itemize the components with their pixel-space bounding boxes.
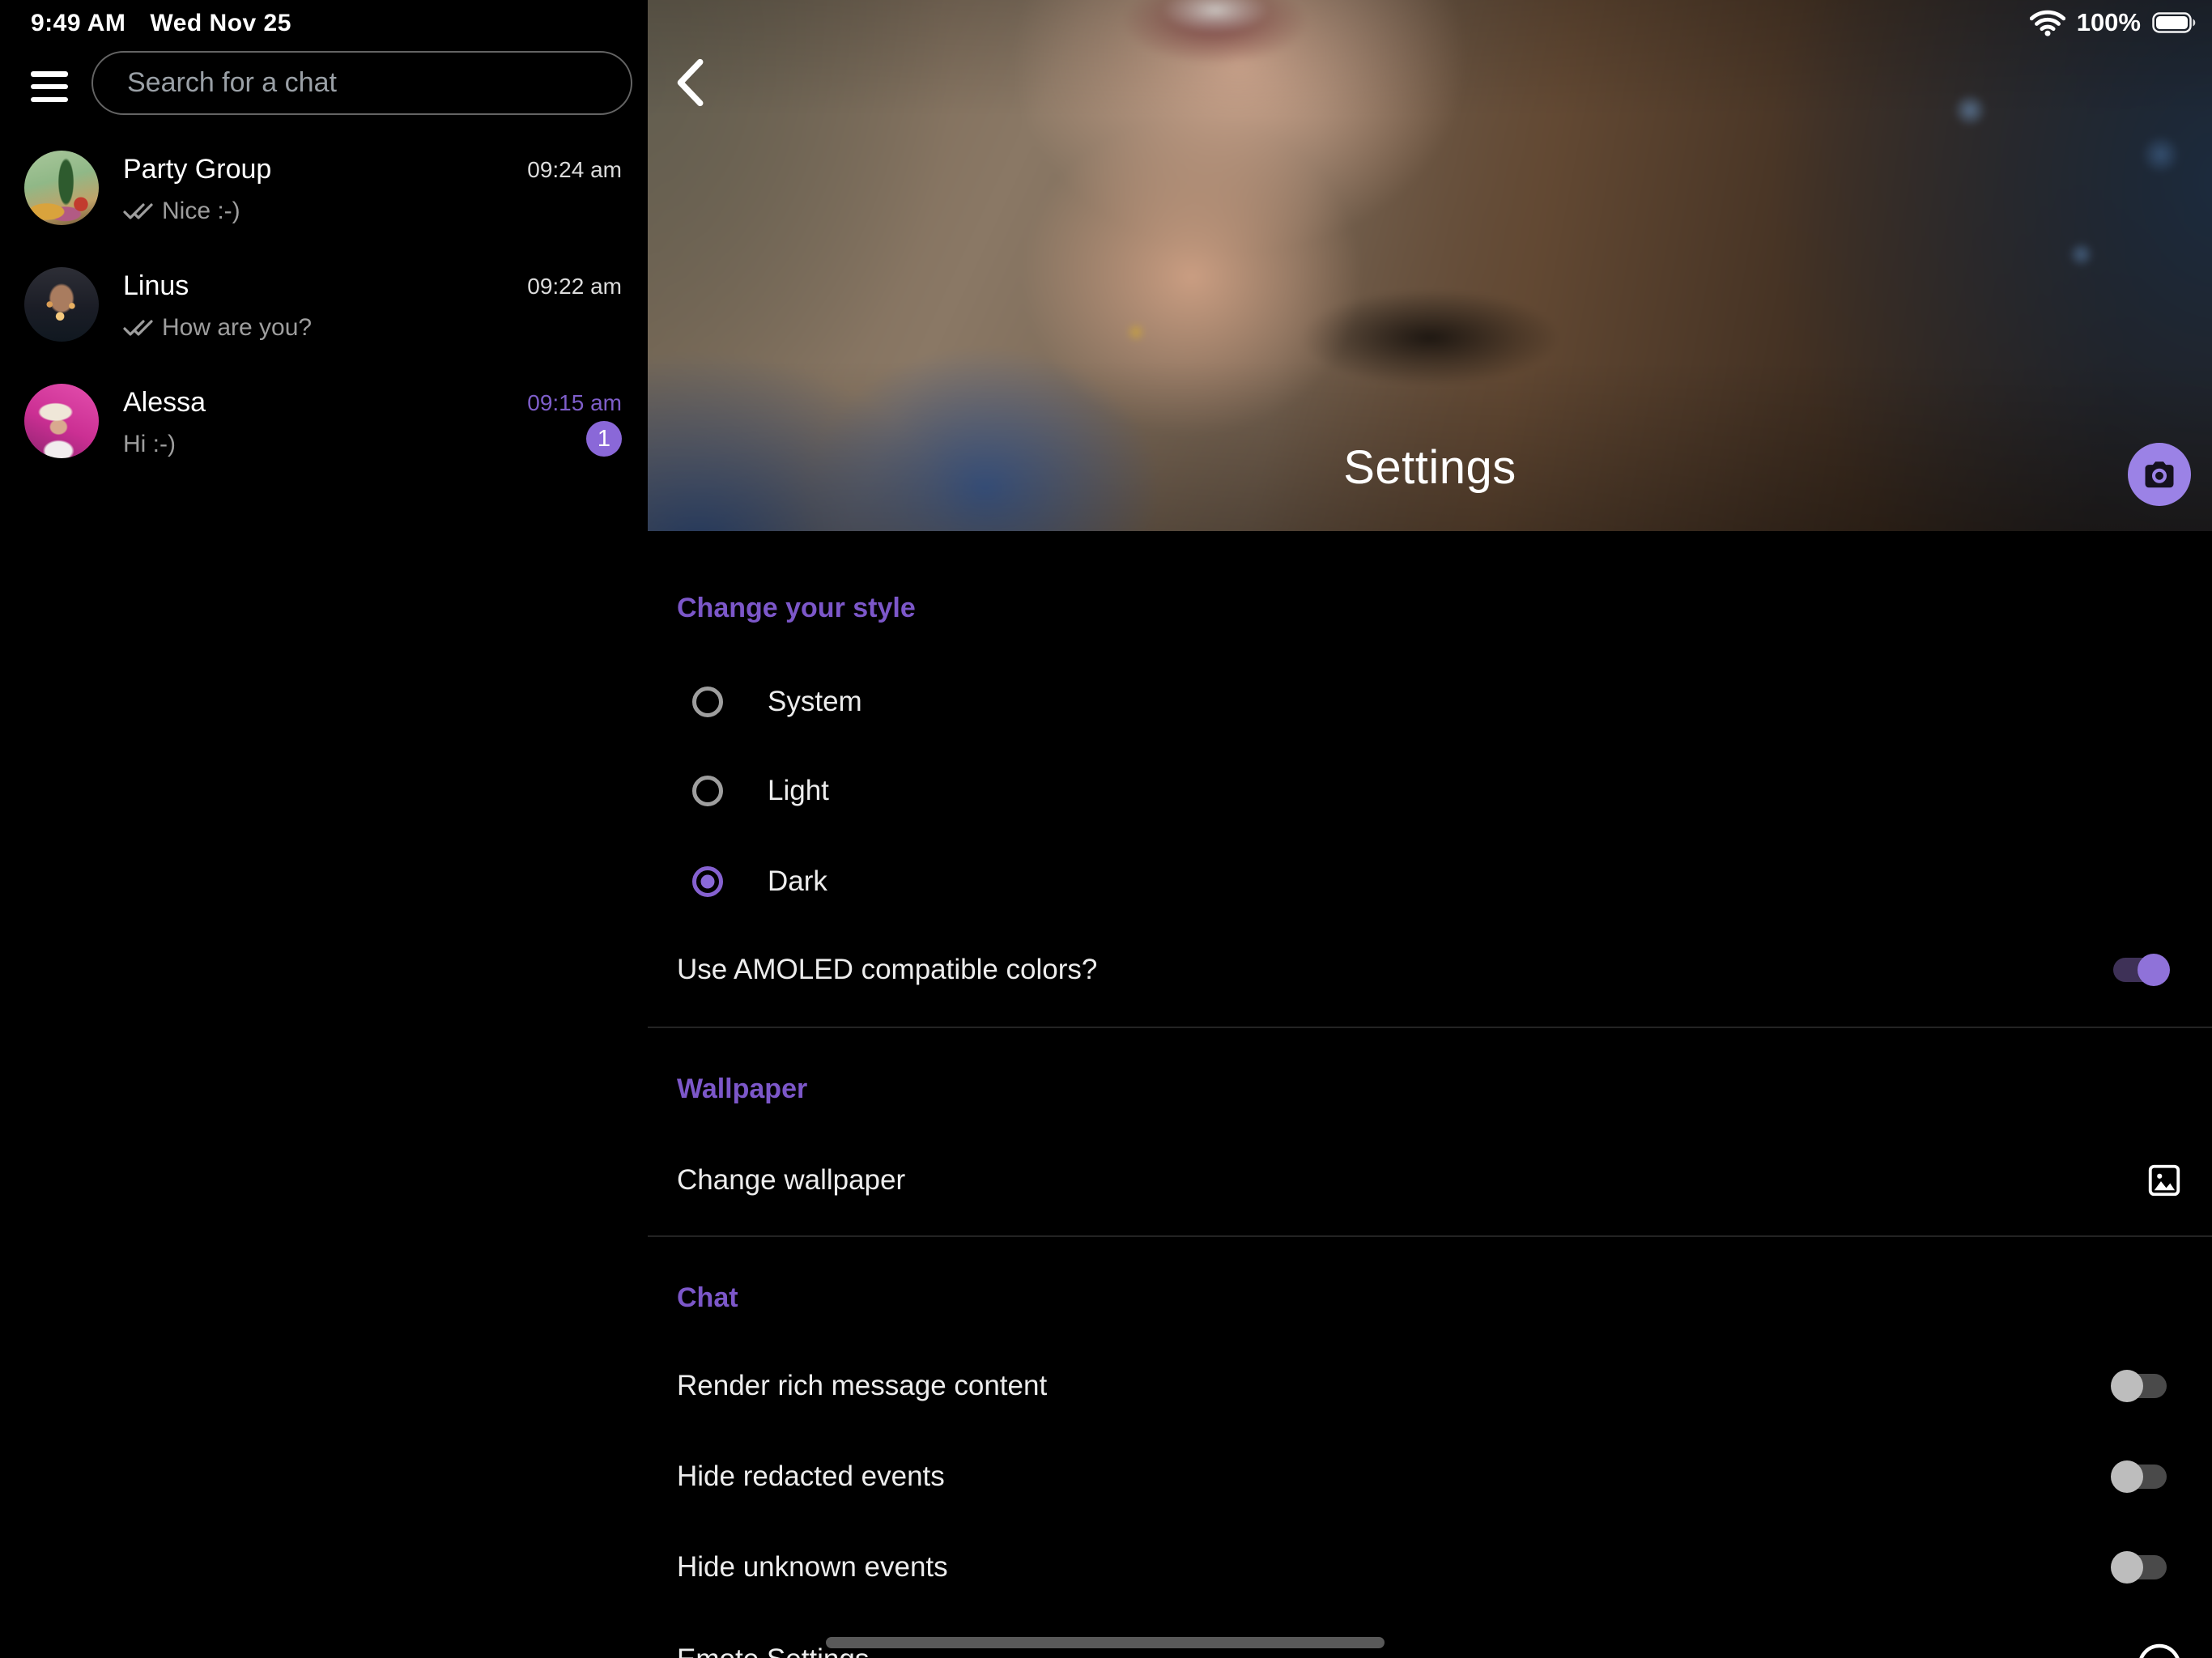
- radio-row-dark[interactable]: Dark: [648, 850, 2212, 913]
- toggle-label: Render rich message content: [677, 1370, 1047, 1402]
- hide-unknown-events-row[interactable]: Hide unknown events: [648, 1533, 2212, 1601]
- wifi-icon: [2030, 9, 2065, 36]
- radio-label: Dark: [768, 865, 827, 898]
- battery-percent: 100%: [2077, 8, 2141, 37]
- status-bar-left: 9:49 AM Wed Nov 25: [31, 10, 291, 37]
- chat-list-panel: 9:49 AM Wed Nov 25 Party Group Nice :-) …: [0, 0, 648, 1658]
- double-check-icon: [123, 317, 154, 338]
- hide-unknown-events-toggle[interactable]: [2113, 1555, 2167, 1579]
- render-rich-content-row[interactable]: Render rich message content: [648, 1352, 2212, 1420]
- radio-light[interactable]: [692, 776, 723, 806]
- chat-row-linus[interactable]: Linus How are you? 09:22 am: [24, 266, 622, 346]
- chat-last-message: Hi :-): [123, 431, 176, 458]
- chat-name: Alessa: [123, 387, 206, 419]
- amoled-toggle-row[interactable]: Use AMOLED compatible colors?: [648, 936, 2212, 1004]
- settings-list: Change your style System Light Dark Use …: [648, 531, 2212, 1658]
- toggle-knob: [2111, 1370, 2143, 1402]
- back-button[interactable]: [672, 58, 721, 110]
- status-time: 9:49 AM: [31, 10, 125, 37]
- unread-count-badge: 1: [586, 421, 622, 457]
- smiley-icon: [2136, 1642, 2183, 1658]
- battery-full-icon: [2152, 11, 2199, 35]
- chat-name: Party Group: [123, 154, 271, 185]
- avatar-alessa: [24, 384, 99, 458]
- section-title-chat: Chat: [677, 1282, 738, 1314]
- camera-icon: [2142, 457, 2176, 491]
- toggle-label: Hide redacted events: [677, 1460, 945, 1493]
- chat-search-field[interactable]: [91, 51, 632, 115]
- chat-message-text: How are you?: [162, 314, 312, 342]
- profile-photo-header: 100% Settings: [648, 0, 2212, 531]
- emote-settings-label[interactable]: Emote Settings: [677, 1643, 869, 1658]
- status-bar-right: 100%: [2030, 8, 2199, 37]
- back-chevron-icon: [672, 58, 708, 107]
- section-title-style: Change your style: [677, 593, 916, 624]
- toggle-label: Hide unknown events: [677, 1551, 948, 1584]
- scrollbar-thumb[interactable]: [826, 1637, 1385, 1648]
- hide-redacted-events-row[interactable]: Hide redacted events: [648, 1443, 2212, 1511]
- radio-label: Light: [768, 775, 829, 807]
- radio-dark[interactable]: [692, 866, 723, 897]
- toggle-knob: [2138, 954, 2170, 986]
- chat-time: 09:15 am: [527, 390, 622, 416]
- amoled-toggle[interactable]: [2113, 958, 2167, 982]
- change-avatar-button[interactable]: [2128, 443, 2191, 506]
- radio-row-system[interactable]: System: [648, 670, 2212, 733]
- toggle-knob: [2111, 1460, 2143, 1493]
- search-input[interactable]: [93, 53, 631, 113]
- section-divider: [648, 1235, 2212, 1237]
- chat-last-message: How are you?: [123, 314, 312, 342]
- chat-row-party-group[interactable]: Party Group Nice :-) 09:24 am: [24, 149, 622, 230]
- avatar-linus: [24, 267, 99, 342]
- chat-message-text: Hi :-): [123, 431, 176, 458]
- toggle-knob: [2111, 1551, 2143, 1584]
- settings-panel: 100% Settings Change your style System L…: [648, 0, 2212, 1658]
- radio-row-light[interactable]: Light: [648, 759, 2212, 823]
- status-date: Wed Nov 25: [150, 10, 291, 37]
- change-wallpaper-row[interactable]: Change wallpaper: [648, 1146, 2212, 1214]
- chat-name: Linus: [123, 270, 189, 302]
- avatar-party-group: [24, 151, 99, 225]
- hide-redacted-events-toggle[interactable]: [2113, 1465, 2167, 1489]
- radio-label: System: [768, 686, 862, 718]
- hamburger-menu-icon[interactable]: [31, 71, 68, 102]
- change-wallpaper-label: Change wallpaper: [677, 1164, 905, 1197]
- chat-row-alessa[interactable]: Alessa Hi :-) 09:15 am 1: [24, 382, 622, 463]
- double-check-icon: [123, 201, 154, 222]
- chat-message-text: Nice :-): [162, 198, 240, 225]
- chat-last-message: Nice :-): [123, 198, 240, 225]
- amoled-label: Use AMOLED compatible colors?: [677, 954, 1097, 986]
- section-title-wallpaper: Wallpaper: [677, 1073, 807, 1105]
- chat-time: 09:22 am: [527, 274, 622, 300]
- chat-time: 09:24 am: [527, 157, 622, 183]
- render-rich-content-toggle[interactable]: [2113, 1374, 2167, 1398]
- radio-system[interactable]: [692, 687, 723, 717]
- page-title: Settings: [648, 440, 2212, 495]
- image-icon: [2146, 1162, 2183, 1199]
- section-divider: [648, 1027, 2212, 1028]
